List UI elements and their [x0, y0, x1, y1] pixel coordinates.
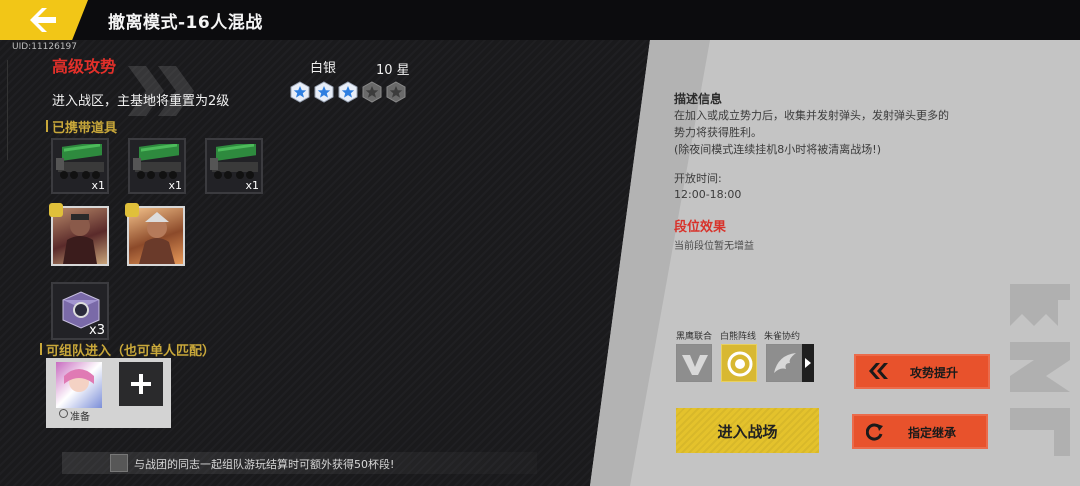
hero-rank-badge	[125, 203, 139, 217]
faction-label-white-bear: 白熊阵线	[720, 332, 757, 342]
item-quantity: x3	[89, 323, 105, 338]
white-bear-emblem-icon	[727, 351, 753, 377]
item-quantity: x1	[245, 179, 259, 192]
faction-scroll-arrow[interactable]	[802, 344, 814, 382]
rank-stars	[289, 81, 407, 103]
open-time-label: 开放时间:	[674, 172, 722, 185]
star-empty-icon	[362, 81, 382, 103]
ready-status-text: 准备	[70, 412, 90, 423]
top-bar: 撤离模式-16人混战	[0, 0, 1080, 40]
back-arrow-icon	[30, 8, 56, 32]
faction-label-black-eagle: 黑鹰联合	[676, 332, 713, 342]
team-slot-panel: 准备	[46, 358, 171, 428]
faction-label-vermilion-bird: 朱雀协约	[764, 332, 801, 342]
avatar-portrait-icon	[64, 369, 94, 392]
team-up-label: 可组队进入（也可单人匹配）	[39, 340, 215, 359]
star-filled-icon	[314, 81, 334, 103]
base-reset-warning: 进入战区，主基地将重置为2级	[52, 94, 230, 109]
team-bonus-tip-text: 与战团的同志一起组队游玩结算时可额外获得50杯段!	[134, 458, 395, 471]
rank-star-count: 10 星	[376, 63, 410, 78]
star-filled-icon	[290, 81, 310, 103]
faction-black-eagle-button[interactable]	[676, 344, 712, 382]
item-slot-vehicle[interactable]: x1	[205, 138, 263, 194]
enter-battlefield-button[interactable]: 进入战场	[676, 408, 819, 453]
description-title: 描述信息	[674, 92, 723, 106]
item-quantity: x1	[91, 179, 105, 192]
item-slot-vehicle[interactable]: x1	[128, 138, 186, 194]
uid-label: UID:11126197	[12, 42, 78, 52]
left-edge-handle	[0, 60, 8, 160]
guild-icon	[110, 454, 128, 472]
back-button[interactable]	[0, 0, 88, 40]
rank-effect-body: 当前段位暂无增益	[674, 241, 754, 252]
vermilion-bird-emblem-icon	[774, 353, 796, 373]
item-quantity: x1	[168, 179, 182, 192]
faction-vermilion-bird-button[interactable]	[766, 344, 802, 382]
page-title: 撤离模式-16人混战	[108, 13, 263, 33]
double-chevron-left-icon	[869, 363, 888, 379]
refresh-icon	[866, 423, 883, 441]
add-team-member-button[interactable]	[119, 362, 163, 406]
black-eagle-emblem-icon	[682, 355, 708, 375]
designate-inherit-button[interactable]: 指定继承	[852, 414, 988, 449]
offensive-upgrade-button[interactable]: 攻势提升	[854, 354, 990, 389]
offensive-title: 高级攻势	[52, 57, 117, 76]
rank-name: 白银	[310, 61, 337, 76]
faction-white-bear-button[interactable]	[721, 344, 757, 382]
offensive-upgrade-label: 攻势提升	[910, 366, 959, 380]
missile-truck-icon	[56, 144, 104, 179]
designate-inherit-label: 指定继承	[908, 426, 957, 440]
description-body: 在加入或成立势力后，收集并发射弹头，发射弹头更多的 势力将获得胜利。 (除夜间模…	[674, 109, 949, 156]
carried-items-label: 已携带道具	[45, 117, 117, 136]
team-member-avatar[interactable]	[56, 362, 102, 408]
ready-status-icon	[59, 409, 68, 418]
missile-truck-icon	[133, 144, 181, 179]
enter-battlefield-label: 进入战场	[717, 423, 778, 441]
hero-rank-badge	[49, 203, 63, 217]
missile-truck-icon	[210, 144, 258, 179]
rank-effect-title: 段位效果	[674, 220, 727, 235]
star-empty-icon	[386, 81, 406, 103]
item-slot-supply-box[interactable]: x3	[51, 282, 109, 340]
war-watermark-icon	[1010, 284, 1070, 456]
team-bonus-tip: 与战团的同志一起组队游玩结算时可额外获得50杯段!	[62, 452, 537, 474]
star-filled-icon	[338, 81, 358, 103]
open-time-value: 12:00-18:00	[674, 188, 742, 201]
item-slot-vehicle[interactable]: x1	[51, 138, 109, 194]
